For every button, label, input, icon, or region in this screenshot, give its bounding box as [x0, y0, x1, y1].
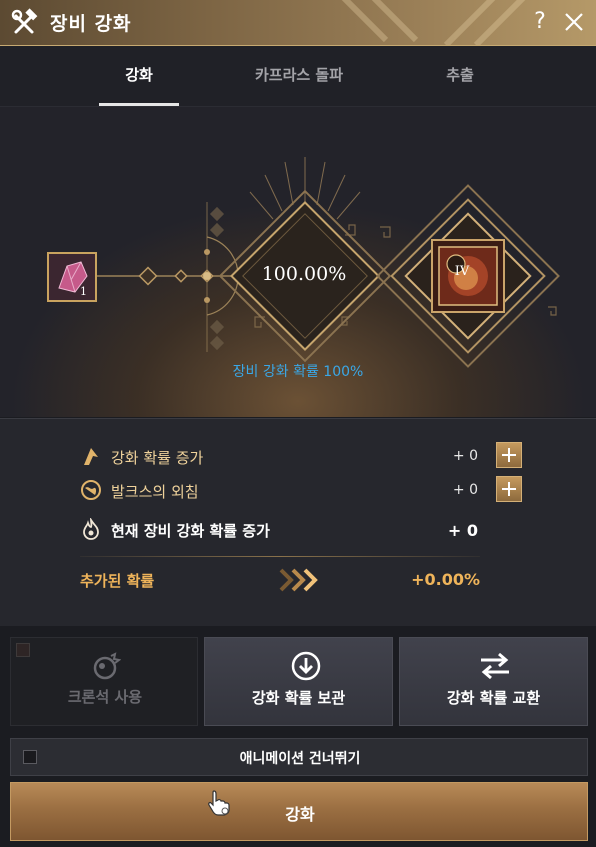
flame-icon: [83, 518, 99, 540]
hammer-wrench-icon: [11, 8, 38, 34]
title-pattern: [341, 0, 526, 45]
skip-animation-label: 애니메이션 건너뛰기: [239, 751, 361, 767]
skip-animation-row[interactable]: 애니메이션 건너뛰기: [10, 738, 588, 776]
enhance-button[interactable]: 강화: [10, 782, 588, 841]
use-chronos-button[interactable]: 크론석 사용: [10, 637, 198, 726]
enhance-button-label: 강화: [285, 805, 315, 824]
tab-extract[interactable]: 추출: [420, 46, 500, 106]
stat-value: + 0: [452, 482, 478, 498]
stat-value: + 0: [452, 448, 478, 464]
close-icon[interactable]: [561, 7, 587, 37]
tab-enhance[interactable]: 강화: [99, 46, 179, 106]
stat-row-current-increase: 현재 장비 강화 확률 증가 + 0: [80, 515, 530, 545]
success-rate: 100.00%: [261, 263, 347, 285]
download-circle-icon: [291, 651, 321, 681]
tab-bar: 강화 카프라스 돌파 추출: [0, 46, 596, 107]
enhance-window: 장비 강화 ? 강화 카프라스 돌파 추출 1 100.00% IV 장비 강화…: [0, 0, 596, 847]
stat-label: 발크스의 외침: [111, 483, 199, 501]
help-button[interactable]: ?: [529, 7, 551, 37]
target-grade: IV: [454, 264, 470, 279]
material-slot[interactable]: [47, 252, 97, 302]
probability-panel: 강화 확률 증가 + 0 발크스의 외침 + 0 현재 장비 강화 확률 증가 …: [0, 418, 596, 626]
stat-row-valks-cry: 발크스의 외침 + 0: [80, 476, 530, 506]
enhance-stage: 1 100.00% IV 장비 강화 확률 100%: [0, 107, 596, 417]
crystal-stone-icon: [49, 254, 95, 300]
store-probability-button[interactable]: 강화 확률 보관: [204, 637, 393, 726]
tab-kapras-breakthrough[interactable]: 카프라스 돌파: [229, 46, 369, 106]
probability-text: 장비 강화 확률 100%: [232, 364, 364, 380]
globe-icon: [81, 480, 101, 500]
stat-value: + 0: [447, 521, 478, 540]
use-chronos-label: 크론석 사용: [67, 688, 143, 706]
swap-probability-button[interactable]: 강화 확률 교환: [399, 637, 588, 726]
swap-arrows-icon: [481, 652, 509, 680]
divider: [80, 556, 480, 557]
added-probability-label: 추가된 확률: [80, 572, 155, 590]
add-rate-button[interactable]: [496, 442, 522, 468]
triple-chevron-icon: [279, 568, 318, 592]
stat-label: 현재 장비 강화 확률 증가: [111, 522, 270, 540]
stat-row-rate-increase: 강화 확률 증가 + 0: [80, 442, 530, 472]
add-valks-button[interactable]: [496, 476, 522, 502]
window-title: 장비 강화: [50, 13, 132, 35]
active-tab-indicator: [99, 103, 179, 106]
material-count: 1: [80, 285, 87, 298]
chronos-checkbox[interactable]: [16, 643, 30, 657]
chronos-stone-icon: [93, 652, 121, 680]
title-bar[interactable]: 장비 강화 ?: [0, 0, 596, 46]
swap-probability-label: 강화 확률 교환: [446, 689, 541, 707]
stat-label: 강화 확률 증가: [111, 449, 204, 467]
up-arrow-icon: [84, 448, 98, 465]
added-probability-value: +0.00%: [411, 570, 480, 589]
store-probability-label: 강화 확률 보관: [251, 689, 346, 707]
